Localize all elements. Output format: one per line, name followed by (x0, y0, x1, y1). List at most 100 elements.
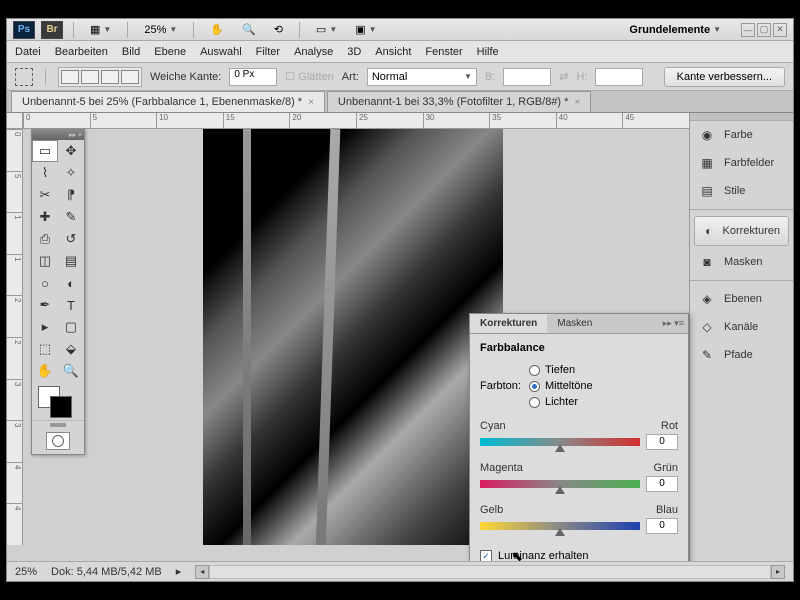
marquee-tool-icon[interactable]: ▭ (32, 140, 58, 162)
slider-cyan-red[interactable] (480, 438, 640, 446)
eyedropper-tool-icon[interactable]: ⁋ (58, 184, 84, 206)
panel-farbe[interactable]: ◉Farbe (690, 121, 793, 149)
blur-tool-icon[interactable]: ○ (32, 272, 58, 294)
background-color[interactable] (50, 396, 72, 418)
menu-ansicht[interactable]: Ansicht (375, 46, 411, 58)
zoom-dropdown[interactable]: 25% ▼ (138, 22, 183, 38)
slider-value[interactable]: 0 (646, 434, 678, 450)
pen-tool-icon[interactable]: ✒ (32, 294, 58, 316)
selection-intersect-icon[interactable] (121, 70, 139, 84)
selection-new-icon[interactable] (61, 70, 79, 84)
lasso-tool-icon[interactable]: ⌇ (32, 162, 58, 184)
menu-datei[interactable]: Datei (15, 46, 41, 58)
screenmode-dropdown[interactable]: ▣ ▼ (349, 21, 382, 38)
ruler-vertical[interactable]: 0511223344 (7, 129, 23, 545)
menu-3d[interactable]: 3D (347, 46, 361, 58)
scroll-left-icon[interactable]: ◂ (195, 565, 209, 579)
close-icon[interactable]: ✕ (773, 23, 787, 37)
path-select-icon[interactable]: ▸ (32, 316, 58, 338)
stamp-tool-icon[interactable]: ⎙ (32, 228, 58, 250)
panel-collapse-icon[interactable]: ▸▸ ▾≡ (659, 314, 688, 333)
panel-korrekturen[interactable]: ◐Korrekturen (694, 216, 789, 246)
radio-lichter[interactable] (529, 397, 540, 408)
type-tool-icon[interactable]: T (58, 294, 84, 316)
luminosity-checkbox[interactable]: ✓ (480, 550, 492, 561)
hand-tool-icon[interactable]: ✋ (204, 21, 230, 38)
style-select[interactable]: Normal▼ (367, 68, 477, 86)
status-docinfo[interactable]: Dok: 5,44 MB/5,42 MB (51, 566, 162, 578)
panel-kanaele[interactable]: ◇Kanäle (690, 313, 793, 341)
slider-value[interactable]: 0 (646, 518, 678, 534)
photoshop-logo-icon: Ps (13, 21, 35, 39)
refine-edge-button[interactable]: Kante verbessern... (664, 67, 785, 87)
slider-yellow-blue[interactable] (480, 522, 640, 530)
arrange-dropdown[interactable]: ▭ ▼ (310, 21, 343, 38)
zoom-tool-icon[interactable]: 🔍 (58, 360, 84, 382)
selection-add-icon[interactable] (81, 70, 99, 84)
hand-tool-icon[interactable]: ✋ (32, 360, 58, 382)
document-tab[interactable]: Unbenannt-1 bei 33,3% (Fotofilter 1, RGB… (327, 91, 591, 112)
adjustment-title: Farbbalance (480, 342, 678, 354)
scroll-right-icon[interactable]: ▸ (771, 565, 785, 579)
panel-farbfelder[interactable]: ▦Farbfelder (690, 149, 793, 177)
menu-fenster[interactable]: Fenster (425, 46, 462, 58)
menu-ebene[interactable]: Ebene (154, 46, 186, 58)
menubar: Datei Bearbeiten Bild Ebene Auswahl Filt… (7, 41, 793, 63)
panel-stile[interactable]: ▤Stile (690, 177, 793, 205)
selection-subtract-icon[interactable] (101, 70, 119, 84)
tab-close-icon[interactable]: × (308, 97, 314, 108)
right-panel-strip: ◉Farbe ▦Farbfelder ▤Stile ◐Korrekturen ◙… (689, 113, 793, 561)
heal-tool-icon[interactable]: ✚ (32, 206, 58, 228)
move-tool-icon[interactable]: ✥ (58, 140, 84, 162)
dodge-tool-icon[interactable]: ◐ (58, 272, 84, 294)
slider-magenta-green[interactable] (480, 480, 640, 488)
document-tabs: Unbenannt-5 bei 25% (Farbbalance 1, Eben… (7, 91, 793, 113)
color-icon: ◉ (698, 127, 716, 143)
ruler-origin[interactable] (7, 113, 23, 129)
shape-tool-icon[interactable]: ▢ (58, 316, 84, 338)
panel-pfade[interactable]: ✎Pfade (690, 341, 793, 369)
launch-dropdown[interactable]: ▦ ▼ (84, 21, 117, 38)
zoom-tool-icon[interactable]: 🔍 (236, 21, 262, 38)
slider-value[interactable]: 0 (646, 476, 678, 492)
link-wh-icon: ⇄ (559, 70, 568, 83)
strip-collapse-icon[interactable] (690, 113, 793, 121)
current-tool-icon[interactable] (15, 68, 33, 86)
menu-analyse[interactable]: Analyse (294, 46, 333, 58)
crop-tool-icon[interactable]: ✂ (32, 184, 58, 206)
menu-bearbeiten[interactable]: Bearbeiten (55, 46, 108, 58)
bridge-logo-icon[interactable]: Br (41, 21, 63, 39)
menu-auswahl[interactable]: Auswahl (200, 46, 242, 58)
feather-input[interactable]: 0 Px (229, 68, 277, 86)
workspace-switcher[interactable]: Grundelemente ▼ (623, 22, 727, 38)
3d-camera-icon[interactable]: ⬙ (58, 338, 84, 360)
tab-close-icon[interactable]: × (574, 97, 580, 108)
toolbox-header[interactable]: ▸▸ × (32, 130, 84, 140)
scrollbar-horizontal[interactable] (209, 565, 771, 579)
panel-masken[interactable]: ◙Masken (690, 248, 793, 276)
menu-bild[interactable]: Bild (122, 46, 140, 58)
menu-filter[interactable]: Filter (256, 46, 280, 58)
status-zoom[interactable]: 25% (15, 566, 37, 578)
maximize-icon[interactable]: ▢ (757, 23, 771, 37)
document-tab[interactable]: Unbenannt-5 bei 25% (Farbbalance 1, Eben… (11, 91, 325, 112)
tab-korrekturen[interactable]: Korrekturen (470, 314, 547, 333)
radio-mitteltone[interactable] (529, 381, 540, 392)
history-brush-icon[interactable]: ↺ (58, 228, 84, 250)
tab-masken[interactable]: Masken (547, 314, 602, 333)
quickmask-icon[interactable] (46, 432, 70, 450)
eraser-tool-icon[interactable]: ◫ (32, 250, 58, 272)
panel-ebenen[interactable]: ◈Ebenen (690, 285, 793, 313)
3d-tool-icon[interactable]: ⬚ (32, 338, 58, 360)
radio-tiefen[interactable] (529, 365, 540, 376)
rotate-view-icon[interactable]: ⟲ (268, 21, 289, 38)
status-arrow-icon[interactable]: ▸ (176, 565, 182, 578)
swatches-icon: ▦ (698, 155, 716, 171)
menu-hilfe[interactable]: Hilfe (477, 46, 499, 58)
brush-tool-icon[interactable]: ✎ (58, 206, 84, 228)
gradient-tool-icon[interactable]: ▤ (58, 250, 84, 272)
wand-tool-icon[interactable]: ✧ (58, 162, 84, 184)
minimize-icon[interactable]: — (741, 23, 755, 37)
ruler-horizontal[interactable]: 051015202530354045 (23, 113, 689, 129)
color-swatches[interactable] (32, 382, 84, 420)
